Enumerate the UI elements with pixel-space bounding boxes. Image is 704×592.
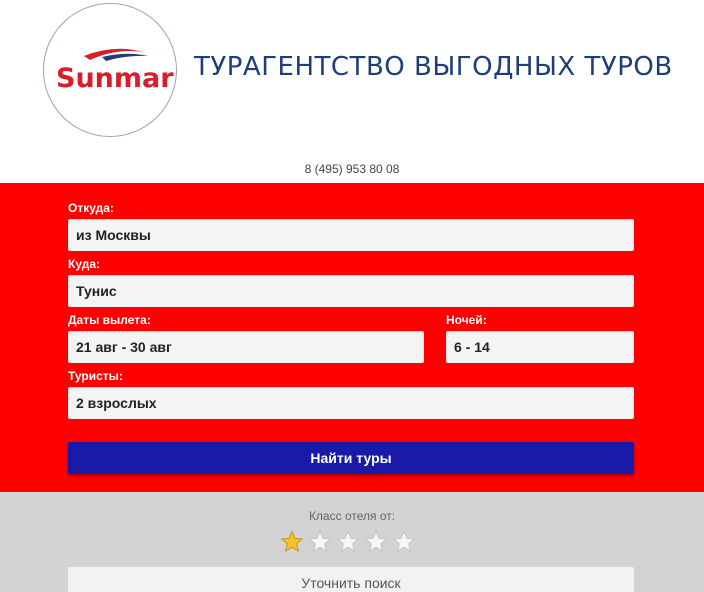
tour-search-panel: Откуда: из Москвы Куда: Тунис Даты вылет… [0,183,704,492]
find-tours-button[interactable]: Найти туры [68,442,634,474]
tourists-label: Туристы: [68,369,123,383]
star-shape [364,530,388,553]
hotel-class-label: Класс отеля от: [308,509,396,523]
star-icon[interactable] [392,530,416,554]
star-shape [336,530,360,553]
from-city-select[interactable]: из Москвы [68,219,634,251]
star-shape [392,530,416,553]
nights-field[interactable]: 6 - 14 [446,331,634,363]
departure-dates-field[interactable]: 21 авг - 30 авг [68,331,424,363]
to-label: Куда: [68,257,100,271]
star-icon[interactable] [308,530,332,554]
star-icon[interactable] [364,530,388,554]
dates-label: Даты вылета: [68,313,151,327]
site-header: Sunmar ТУРАГЕНТСТВО ВЫГОДНЫХ ТУРОВ 8 (49… [0,0,704,183]
filter-panel: Класс отеля от: Уточнить поиск [0,492,704,592]
destination-select[interactable]: Тунис [68,275,634,307]
logo-wordmark: Sunmar [56,63,174,94]
nights-label: Ночей: [446,313,487,327]
star-icon[interactable] [336,530,360,554]
sunmar-logo[interactable]: Sunmar [43,3,177,137]
star-icon[interactable] [280,530,304,554]
star-shape [308,530,332,553]
refine-search-button[interactable]: Уточнить поиск [68,567,634,592]
from-label: Откуда: [68,201,114,215]
sunmar-logo-mark: Sunmar [56,48,174,94]
hotel-class-stars [280,530,420,556]
agency-title: ТУРАГЕНТСТВО ВЫГОДНЫХ ТУРОВ [194,52,673,82]
phone-number[interactable]: 8 (495) 953 80 08 [0,162,704,176]
logo-wordmark-text: Sunmar [56,63,174,94]
tourists-field[interactable]: 2 взрослых [68,387,634,419]
star-shape [280,530,304,553]
